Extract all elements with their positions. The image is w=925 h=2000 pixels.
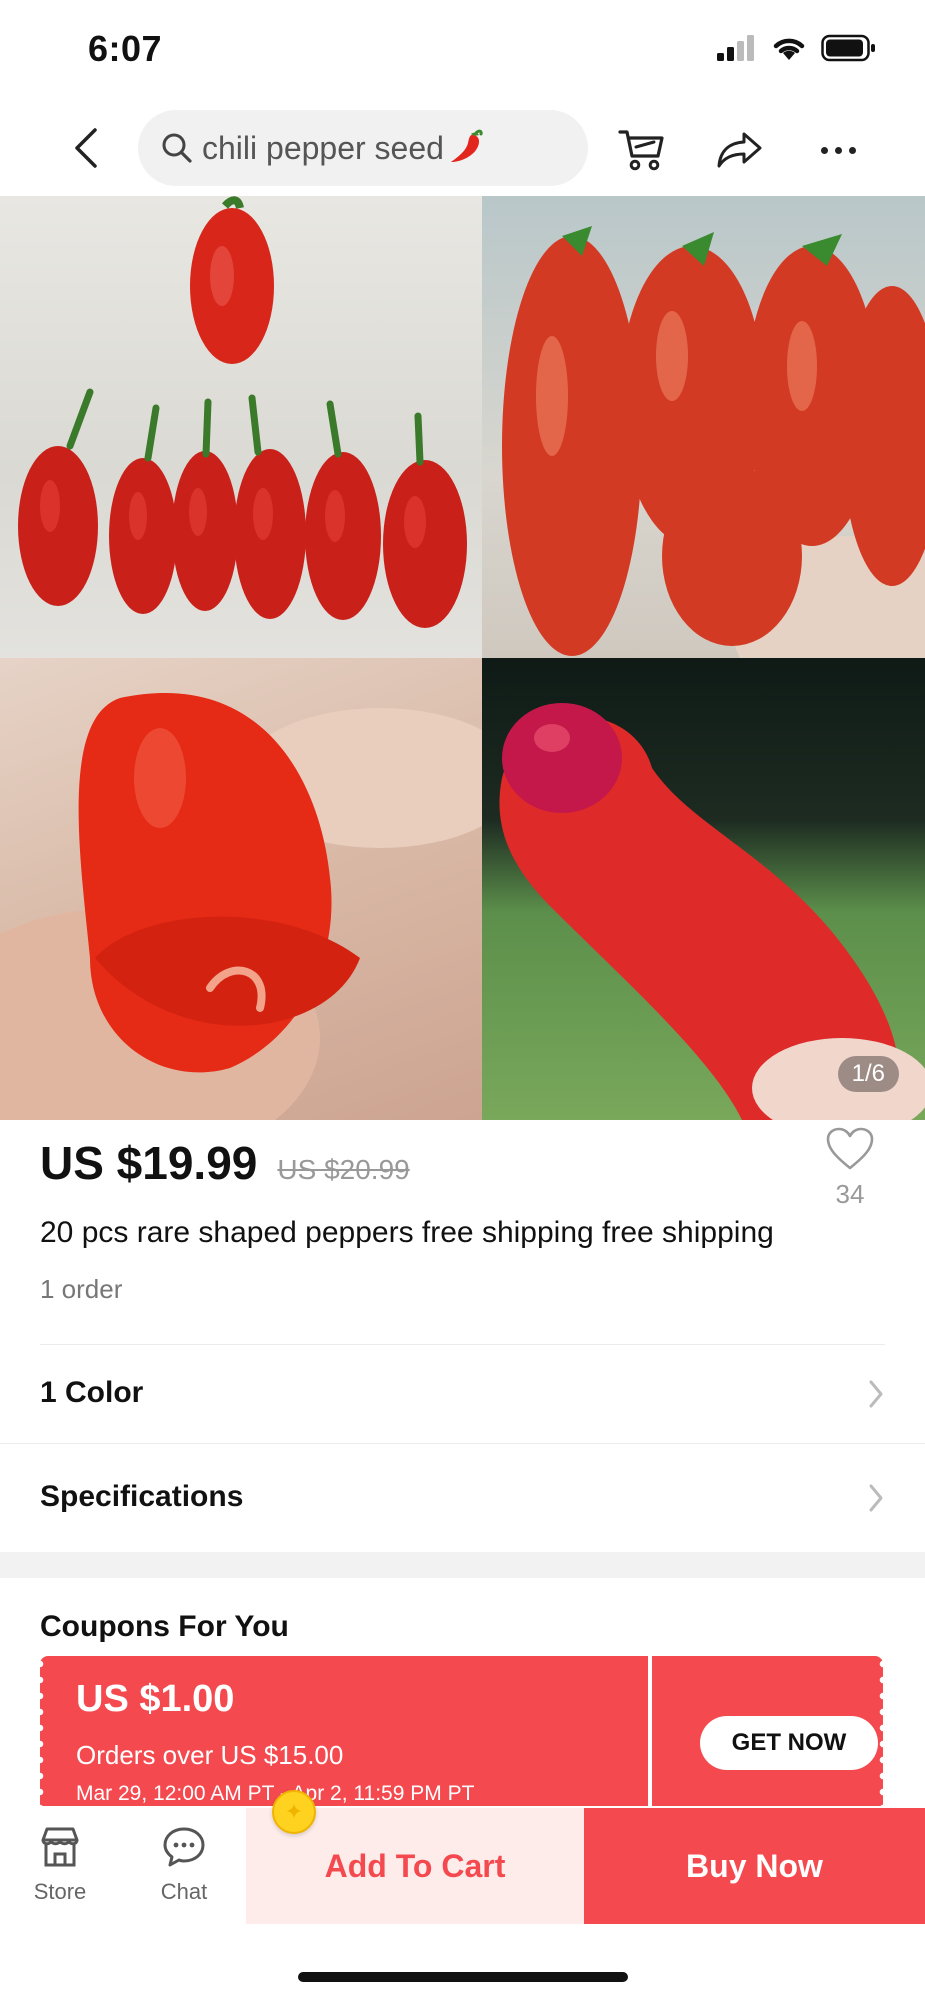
product-image-2 — [482, 196, 925, 658]
chat-label: Chat — [160, 1879, 208, 1904]
back-button[interactable] — [62, 120, 110, 176]
coupon-condition: Orders over US $15.00 — [76, 1740, 344, 1770]
share-button[interactable] — [714, 124, 766, 176]
product-image-3 — [0, 658, 482, 1120]
cart-button[interactable] — [616, 122, 668, 174]
chat-button[interactable]: Chat — [146, 1824, 222, 1905]
order-count: 1 order — [40, 1274, 123, 1304]
home-indicator — [298, 1972, 628, 1982]
product-title: 20 pcs rare shaped peppers free shipping… — [40, 1216, 774, 1249]
more-options-button[interactable] — [812, 124, 864, 176]
original-price: US $20.99 — [277, 1154, 410, 1185]
color-selector-row[interactable]: 1 Color — [0, 1346, 925, 1442]
coupon-details: US $1.00 Orders over US $15.00 Mar 29, 1… — [40, 1656, 648, 1806]
back-chevron-icon — [75, 128, 97, 168]
specifications-row[interactable]: Specifications — [0, 1450, 925, 1546]
coupon-perforation — [878, 1656, 888, 1806]
coupon-amount: US $1.00 — [76, 1678, 235, 1720]
store-button[interactable]: Store — [22, 1824, 98, 1905]
store-label: Store — [33, 1879, 87, 1904]
coin-reward-icon[interactable]: ✦ — [272, 1790, 316, 1834]
status-time: 6:07 — [88, 28, 163, 69]
coupon-action: GET NOW — [652, 1656, 888, 1806]
cellular-signal-icon — [717, 35, 754, 61]
product-image-gallery[interactable]: 1/6 — [0, 196, 925, 1120]
more-horizontal-icon — [820, 146, 828, 154]
search-query: chili pepper seed — [202, 129, 444, 166]
chat-bubble-icon — [163, 1827, 205, 1867]
coupon-perforation — [40, 1656, 45, 1806]
product-image-4: 1/6 — [482, 658, 925, 1120]
price-row: US $19.99 US $20.99 — [40, 1136, 410, 1190]
image-page-indicator: 1/6 — [837, 1056, 899, 1092]
coupons-section-title: Coupons For You — [40, 1610, 289, 1643]
buy-now-button[interactable]: Buy Now — [584, 1808, 925, 1924]
status-bar: 6:07 — [0, 0, 925, 100]
chevron-right-icon — [869, 1380, 883, 1408]
wishlist-button[interactable]: 34 — [820, 1126, 880, 1210]
store-icon — [41, 1827, 79, 1867]
chili-pepper-icon — [446, 126, 486, 171]
section-separator — [0, 1552, 925, 1578]
heart-icon — [826, 1127, 874, 1170]
top-navigation-bar: chili pepper seed — [0, 100, 925, 196]
divider — [0, 1443, 925, 1444]
bottom-action-bar: Store Chat Add To Cart Buy Now — [0, 1808, 925, 1924]
battery-icon — [821, 34, 875, 62]
specifications-label: Specifications — [40, 1480, 244, 1513]
share-icon — [717, 132, 762, 168]
wifi-icon — [773, 38, 805, 60]
status-icons — [717, 34, 877, 62]
coupon-card: US $1.00 Orders over US $15.00 Mar 29, 1… — [40, 1656, 888, 1806]
color-option-label: 1 Color — [40, 1376, 144, 1409]
get-coupon-button[interactable]: GET NOW — [700, 1716, 878, 1770]
search-bar[interactable]: chili pepper seed — [138, 110, 588, 186]
shopping-cart-icon — [618, 130, 664, 171]
current-price: US $19.99 — [40, 1137, 258, 1189]
search-icon — [160, 131, 194, 165]
product-image-1 — [0, 196, 482, 658]
chevron-right-icon — [869, 1484, 883, 1512]
divider — [40, 1344, 885, 1345]
wishlist-count: 34 — [835, 1179, 865, 1209]
